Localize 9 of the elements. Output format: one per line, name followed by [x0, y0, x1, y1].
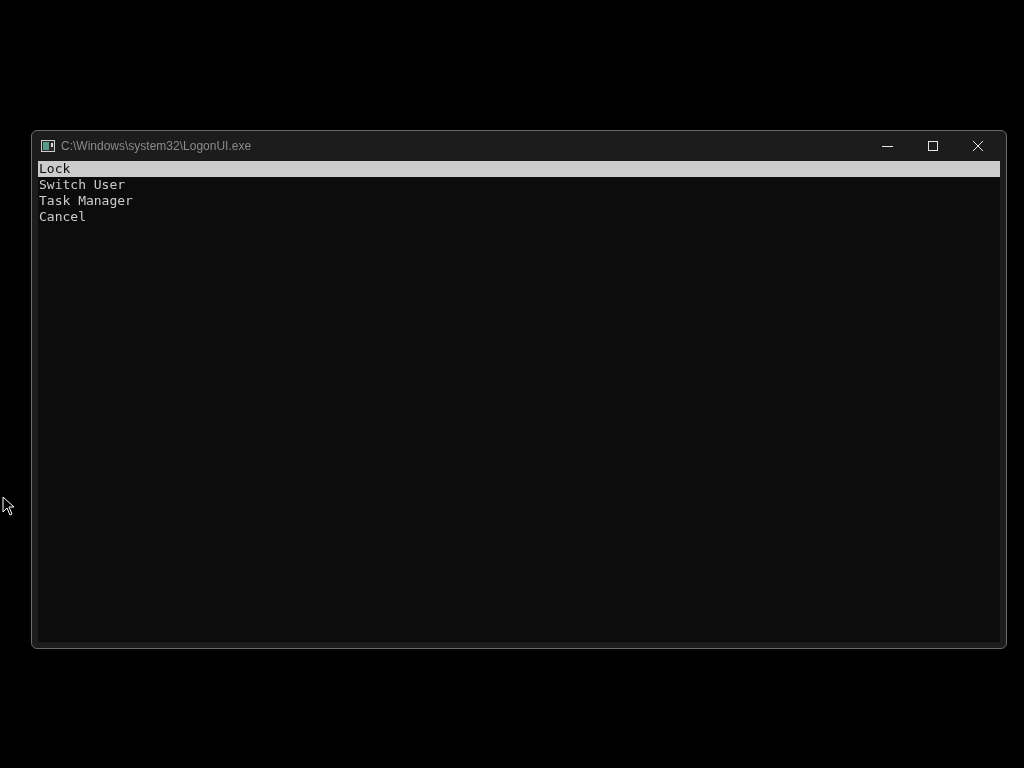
console-app-icon	[41, 140, 55, 152]
maximize-icon	[927, 141, 938, 151]
window-title: C:\Windows\system32\LogonUI.exe	[61, 138, 252, 155]
menu-item[interactable]: Lock	[38, 161, 1000, 177]
menu-item[interactable]: Cancel	[38, 209, 1000, 225]
close-icon	[972, 141, 983, 151]
minimize-icon	[882, 145, 893, 147]
menu-item[interactable]: Switch User	[38, 177, 1000, 193]
menu-item[interactable]: Task Manager	[38, 193, 1000, 209]
